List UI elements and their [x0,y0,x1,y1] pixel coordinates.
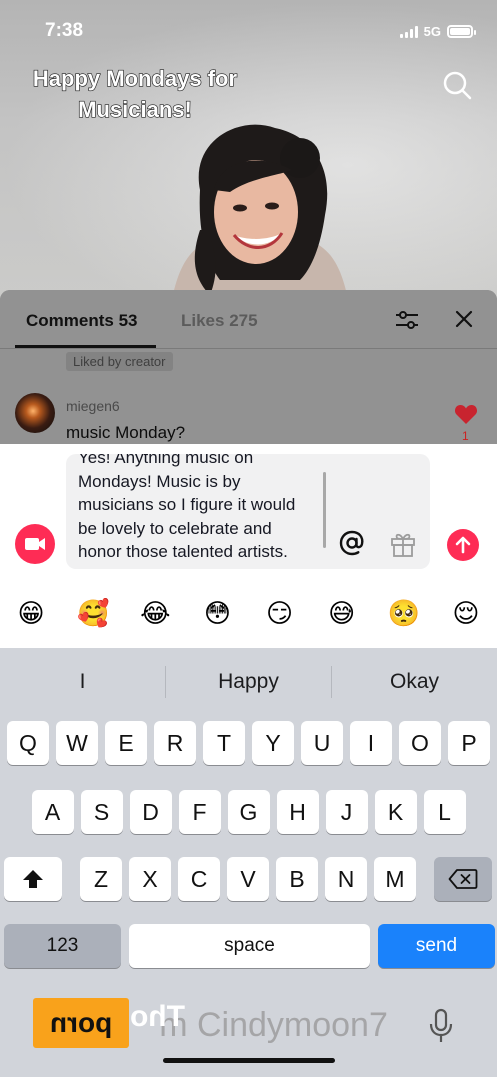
video-camera-icon [25,538,45,550]
video-reply-button[interactable] [15,524,55,564]
key-row-3: Z X C V B N M [0,857,497,901]
send-key[interactable]: send [378,924,495,968]
comment-input-line: Yes! Anything music on [78,454,254,467]
key-e[interactable]: E [105,721,147,765]
comment-input-text[interactable]: Yes! Anything music on Mondays! Music is… [78,454,318,564]
key-row-4: 123 space send [0,924,497,968]
key-q[interactable]: Q [7,721,49,765]
numbers-key[interactable]: 123 [4,924,121,968]
liked-by-creator-badge: Liked by creator [66,352,173,371]
key-m[interactable]: M [374,857,416,901]
tab-comments[interactable]: Comments 53 [26,311,137,331]
key-n[interactable]: N [325,857,367,901]
backspace-icon [448,869,478,889]
active-tab-indicator [15,345,156,348]
bottom-strip: Ohnorh 1 m Cindymoon7 porn Tho [0,996,497,1077]
video-title-line-2: Musicians! [77,96,192,122]
key-t[interactable]: T [203,721,245,765]
key-h[interactable]: H [276,790,319,834]
shift-icon [23,870,43,888]
comments-tabs: Comments 53 Likes 275 [0,290,497,349]
input-scrollbar[interactable] [323,472,326,548]
key-row-1: Q W E R T Y U I O P [0,721,497,765]
letter-keys-row-3: Z X C V B N M [80,857,416,901]
predictive-bar: I Happy Okay [0,658,497,706]
emoji-hearts[interactable]: 🥰 [73,599,113,629]
filter-icon[interactable] [395,310,419,330]
key-u[interactable]: U [301,721,343,765]
key-i[interactable]: I [350,721,392,765]
emoji-pleading[interactable]: 🥺 [384,599,424,629]
status-indicators: 5G [399,24,476,39]
emoji-joy[interactable]: 😂 [135,599,175,629]
suggestion-3[interactable]: Okay [332,658,497,706]
key-v[interactable]: V [227,857,269,901]
gift-icon[interactable] [390,530,416,557]
shift-key[interactable] [4,857,62,901]
watermark-logo-text: porn [49,1007,113,1038]
key-w[interactable]: W [56,721,98,765]
space-key[interactable]: space [129,924,370,968]
delete-key[interactable] [434,857,492,901]
key-b[interactable]: B [276,857,318,901]
keyboard: I Happy Okay Q W E R T Y U I O P A S D F… [0,648,497,1077]
key-k[interactable]: K [374,790,417,834]
key-f[interactable]: F [178,790,221,834]
tab-likes[interactable]: Likes 275 [181,311,258,331]
key-r[interactable]: R [154,721,196,765]
video-title: Happy Mondays for Musicians! [0,63,270,125]
watermark-logo-overlay: Tho [130,1000,185,1033]
comment-input-line: musicians so I figure it would [78,495,296,514]
comment-like-count: 1 [462,429,469,443]
comment-text: music Monday? [66,423,186,442]
heart-icon[interactable] [454,403,478,425]
status-time: 7:38 [45,20,84,41]
avatar[interactable] [15,393,55,433]
emoji-relieved[interactable]: 😌 [446,599,486,629]
key-d[interactable]: D [129,790,172,834]
key-l[interactable]: L [423,790,466,834]
comment-input-line: Mondays! Music is by [78,471,241,491]
video-player[interactable]: 7:38 5G Happy Mondays for Musicians! [0,0,497,300]
comment-username[interactable]: miegen6 [66,398,120,414]
key-x[interactable]: X [129,857,171,901]
watermark-username: m Cindymoon7 [159,1006,388,1044]
watermark-logo: porn [33,998,129,1048]
battery-icon [447,25,476,38]
search-icon[interactable] [441,69,473,101]
key-o[interactable]: O [399,721,441,765]
comment-input-line: be lovely to celebrate and [78,518,272,538]
emoji-grin[interactable]: 😁 [11,599,51,629]
comment-composer: Yes! Anything music on Mondays! Music is… [0,444,497,648]
key-p[interactable]: P [448,721,490,765]
emoji-flushed[interactable]: 😳 [197,599,237,629]
key-z[interactable]: Z [80,857,122,901]
comment-input[interactable]: Yes! Anything music on Mondays! Music is… [66,454,430,569]
key-row-2: A S D F G H J K L [0,790,497,834]
emoji-smirk[interactable]: 😏 [260,599,300,629]
comment-input-line: honor those talented artists. [78,542,288,561]
quick-emoji-bar: 😁 🥰 😂 😳 😏 😅 🥺 😌 [0,594,497,634]
key-j[interactable]: J [325,790,368,834]
arrow-up-icon [455,536,471,554]
key-y[interactable]: Y [252,721,294,765]
signal-icon [399,25,418,38]
emoji-sweat-smile[interactable]: 😅 [322,599,362,629]
network-label: 5G [423,24,441,39]
comments-sheet: Comments 53 Likes 275 Liked by creator m… [0,290,497,445]
mention-icon[interactable] [338,529,366,557]
creator-video-figure [171,124,349,300]
close-icon[interactable] [454,309,474,329]
key-g[interactable]: G [227,790,270,834]
key-c[interactable]: C [178,857,220,901]
home-indicator[interactable] [163,1058,335,1063]
post-comment-button[interactable] [447,529,479,561]
video-title-line-1: Happy Mondays for [32,65,238,91]
key-s[interactable]: S [80,790,123,834]
key-a[interactable]: A [31,790,74,834]
suggestion-2[interactable]: Happy [166,658,331,706]
suggestion-1[interactable]: I [0,658,165,706]
microphone-icon[interactable] [428,1008,454,1044]
